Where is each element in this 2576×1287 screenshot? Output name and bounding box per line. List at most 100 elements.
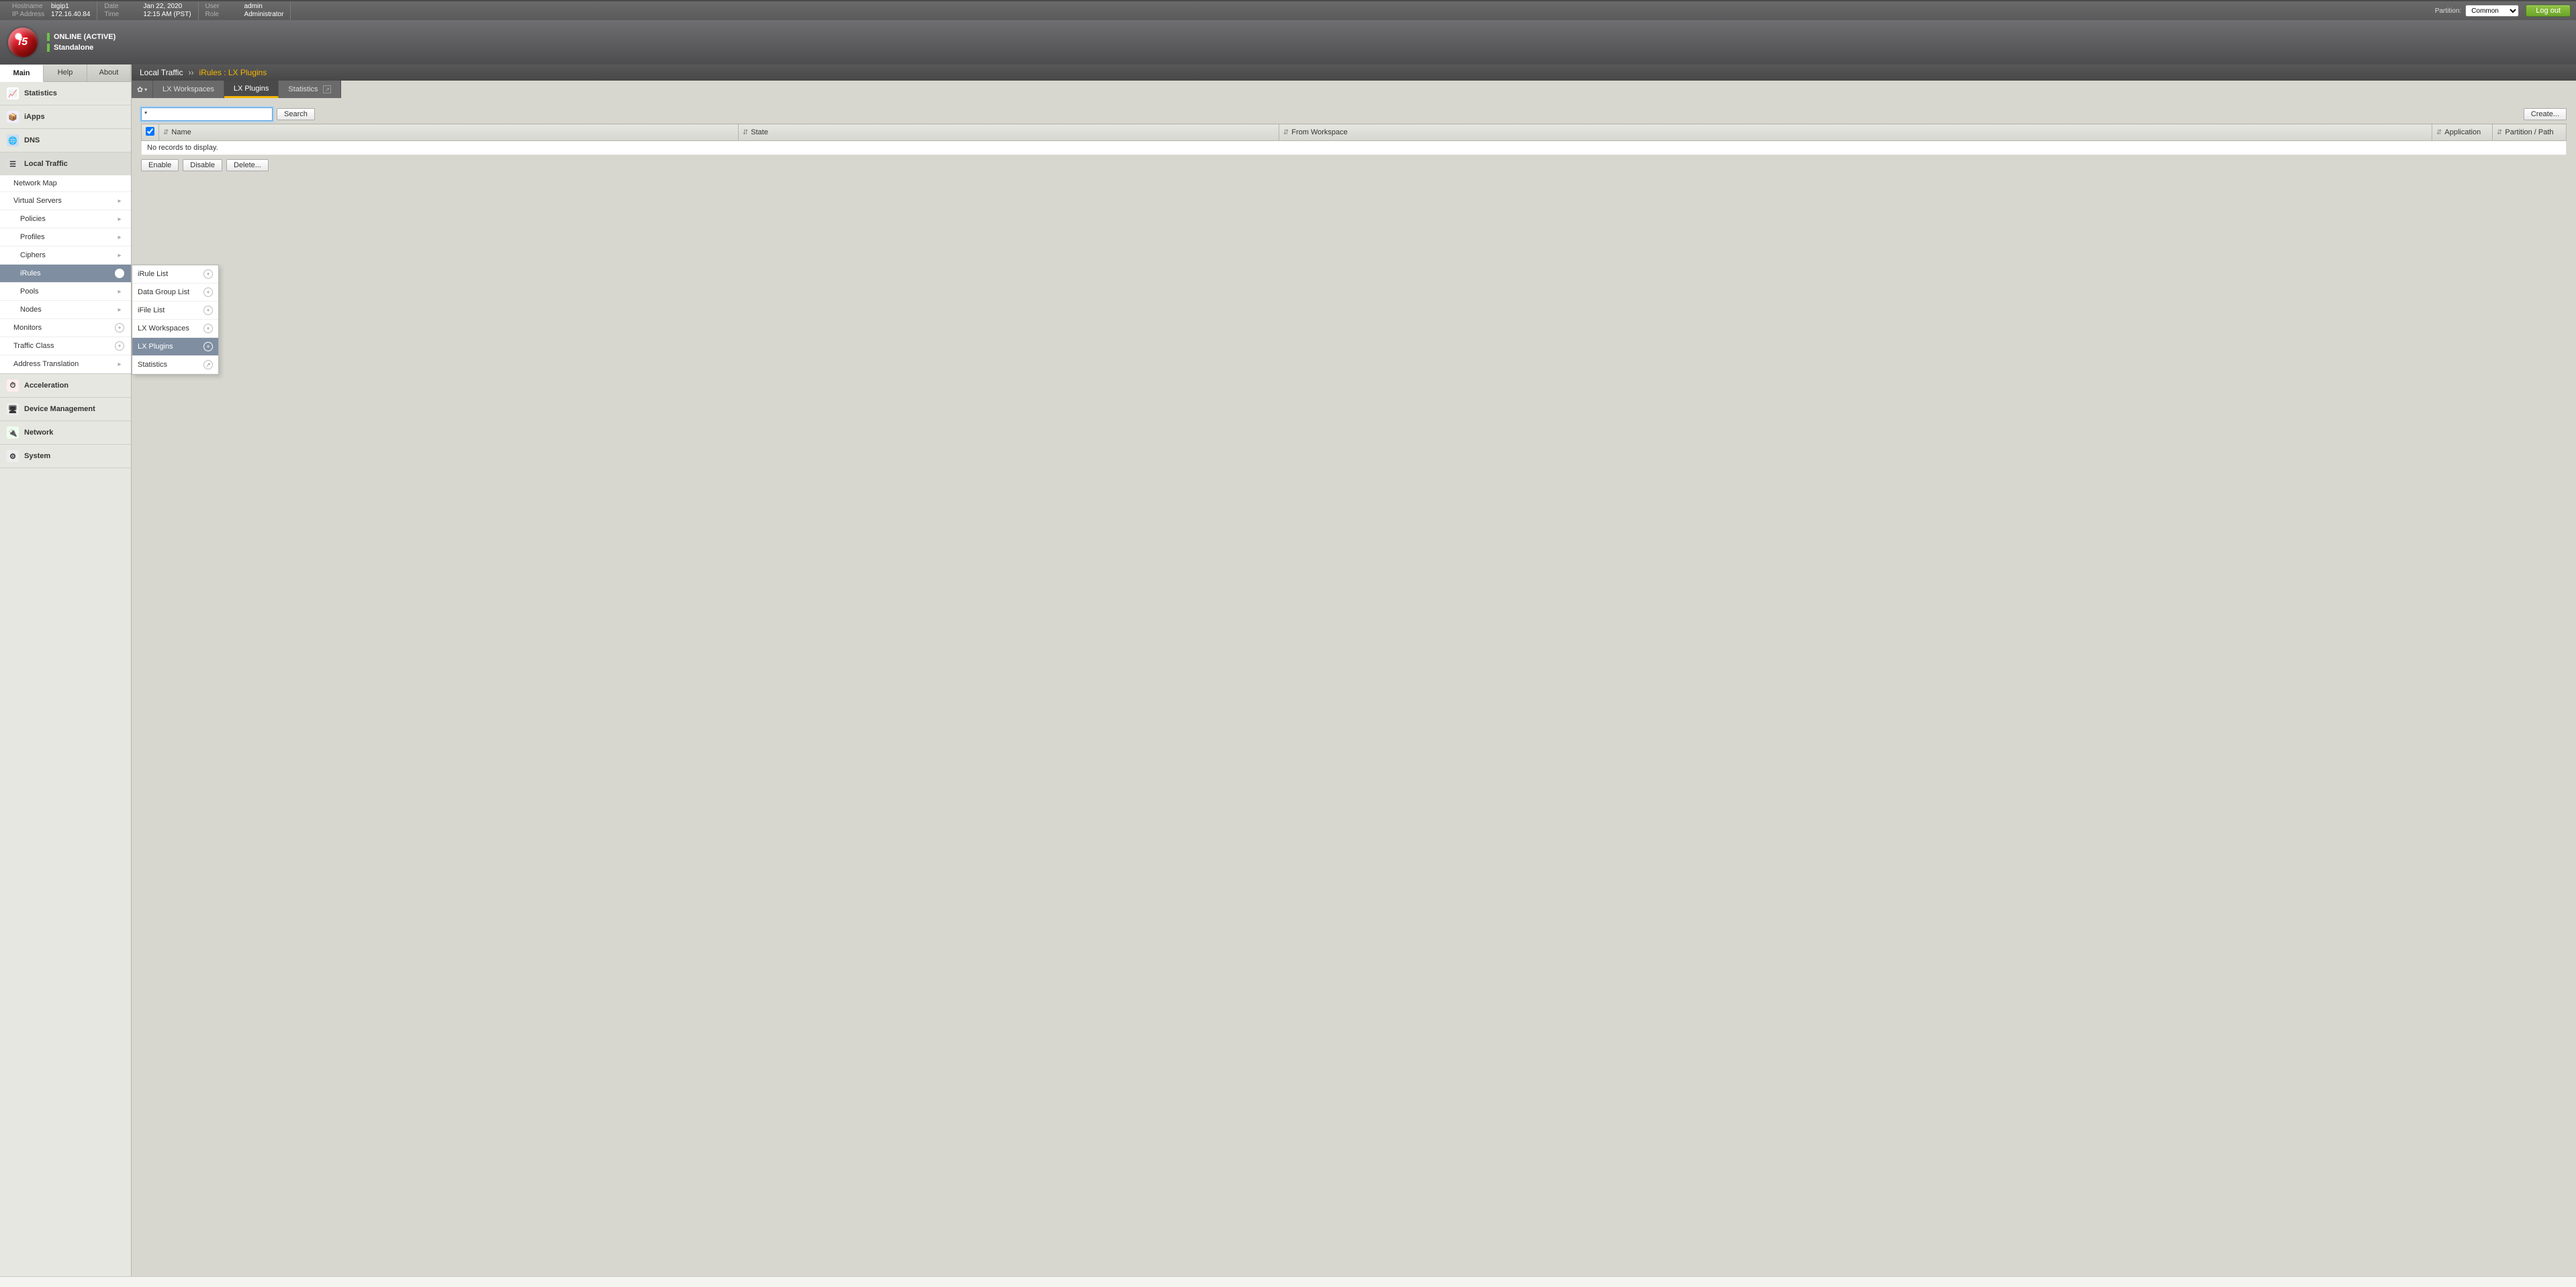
partition-select[interactable]: Common — [2465, 5, 2519, 17]
nav-statistics[interactable]: 📈 Statistics — [0, 82, 131, 105]
lt-sub-ciphers[interactable]: Ciphers — [0, 247, 131, 265]
date-label: Date — [104, 3, 139, 11]
nav-network[interactable]: 🔌Network — [0, 421, 131, 444]
tab-lx-plugins[interactable]: LX Plugins — [224, 81, 279, 98]
breadcrumb-section[interactable]: Local Traffic — [140, 68, 183, 77]
nav-dns[interactable]: 🌐 DNS — [0, 129, 131, 152]
sidebar-tab-about[interactable]: About — [87, 64, 131, 81]
nav-acceleration[interactable]: ⏱Acceleration — [0, 374, 131, 397]
add-icon[interactable]: + — [203, 324, 213, 333]
chevron-right-icon — [115, 305, 124, 314]
partition-selector: Partition: Common — [2435, 5, 2526, 17]
col-from-workspace[interactable]: From Workspace — [1279, 124, 2432, 141]
flyout-item-label: LX Plugins — [138, 343, 173, 351]
datetime-cell: DateJan 22, 2020 Time12:15 AM (PST) — [97, 1, 198, 20]
user-label: User — [205, 3, 240, 11]
servers-icon: ☰ — [7, 158, 19, 170]
host-cell: Hostnamebigip1 IP Address172.16.40.84 — [5, 1, 97, 20]
globe-icon: 🌐 — [7, 134, 19, 146]
nav-system[interactable]: ⚙ System — [0, 445, 131, 468]
lt-sub-nodes[interactable]: Nodes — [0, 301, 131, 319]
delete-button[interactable]: Delete... — [226, 159, 269, 171]
browser-status-bar — [0, 1276, 2576, 1287]
user-cell: Useradmin RoleAdministrator — [199, 1, 291, 20]
flyout-item-label: Statistics — [138, 361, 167, 369]
lt-sub-virtual-servers[interactable]: Virtual Servers — [0, 192, 131, 210]
lt-sub-traffic-class[interactable]: Traffic Class+ — [0, 337, 131, 355]
create-button[interactable]: Create... — [2524, 108, 2567, 120]
sidebar-tab-help[interactable]: Help — [44, 64, 87, 81]
col-state[interactable]: State — [738, 124, 1279, 141]
flyout-statistics[interactable]: Statistics↗ — [132, 356, 218, 374]
col-partition[interactable]: Partition / Path — [2493, 124, 2567, 141]
search-input[interactable] — [141, 107, 273, 121]
chevron-right-icon — [115, 287, 124, 296]
chevron-down-icon: ▾ — [144, 87, 147, 93]
ip-value: 172.16.40.84 — [51, 11, 90, 19]
lt-sub-policies[interactable]: Policies — [0, 210, 131, 228]
flyout-item-label: iFile List — [138, 306, 165, 314]
sidebar: Main Help About 📈Statistics 📦iApps 🌐DNS … — [0, 64, 132, 1287]
date-value: Jan 22, 2020 — [143, 3, 182, 11]
add-icon[interactable]: + — [203, 306, 213, 315]
partition-label: Partition: — [2435, 7, 2461, 15]
disable-button[interactable]: Disable — [183, 159, 222, 171]
online-status: ONLINE (ACTIVE) — [54, 33, 116, 41]
chevron-right-icon — [115, 359, 124, 369]
lt-sub-label: Ciphers — [20, 251, 46, 259]
col-name[interactable]: Name — [159, 124, 739, 141]
lt-sub-monitors[interactable]: Monitors+ — [0, 319, 131, 337]
breadcrumb-page: iRules : LX Plugins — [199, 68, 267, 77]
tab-statistics[interactable]: Statistics↗ — [279, 81, 341, 98]
lt-sub-network-map[interactable]: Network Map — [0, 175, 131, 192]
tab-lx-workspaces[interactable]: LX Workspaces — [153, 81, 224, 98]
add-icon[interactable]: + — [203, 287, 213, 297]
lt-sub-address-translation[interactable]: Address Translation — [0, 355, 131, 373]
nav-device-management[interactable]: 🖥Device Management — [0, 398, 131, 420]
time-label: Time — [104, 11, 139, 19]
select-all-checkbox[interactable] — [146, 127, 154, 136]
flyout-irule-list[interactable]: iRule List+ — [132, 265, 218, 283]
nav-system-label: System — [24, 452, 50, 460]
flyout-lx-plugins[interactable]: LX Plugins + — [132, 338, 218, 356]
chart-icon: 📈 — [7, 87, 19, 99]
nav-dns-label: DNS — [24, 136, 40, 144]
nav-device-management-label: Device Management — [24, 405, 95, 413]
lt-sub-irules[interactable]: iRules — [0, 265, 131, 283]
nav-iapps[interactable]: 📦iApps — [0, 105, 131, 128]
plugins-table: Name State From Workspace Application Pa… — [141, 124, 2567, 155]
lt-sub-label: Pools — [20, 287, 39, 296]
lt-sub-pools[interactable]: Pools — [0, 283, 131, 301]
lt-sub-label: Virtual Servers — [13, 197, 62, 205]
flyout-lx-workspaces[interactable]: LX Workspaces+ — [132, 320, 218, 338]
add-icon[interactable]: + — [115, 341, 124, 351]
col-application[interactable]: Application — [2432, 124, 2493, 141]
nav-statistics-label: Statistics — [24, 89, 57, 97]
top-status-bar: Hostnamebigip1 IP Address172.16.40.84 Da… — [0, 0, 2576, 20]
add-icon[interactable]: + — [203, 342, 213, 351]
enable-button[interactable]: Enable — [141, 159, 179, 171]
nav-local-traffic-label: Local Traffic — [24, 160, 68, 168]
nav-acceleration-label: Acceleration — [24, 382, 68, 390]
chevron-right-icon — [115, 251, 124, 260]
add-icon[interactable]: + — [115, 323, 124, 332]
search-button[interactable]: Search — [277, 108, 315, 120]
logout-button[interactable]: Log out — [2526, 5, 2571, 17]
add-icon[interactable]: + — [203, 269, 213, 279]
lt-sub-label: Nodes — [20, 306, 42, 314]
gear-icon: ⚙ — [7, 450, 19, 462]
hostname-label: Hostname — [12, 3, 47, 11]
chevron-right-icon — [115, 269, 124, 278]
flyout-data-group-list[interactable]: Data Group List+ — [132, 283, 218, 302]
chevron-right-icon — [115, 232, 124, 242]
lt-sub-label: Address Translation — [13, 360, 79, 368]
lt-sub-profiles[interactable]: Profiles — [0, 228, 131, 247]
sidebar-tab-main[interactable]: Main — [0, 65, 44, 82]
role-label: Role — [205, 11, 240, 19]
flyout-ifile-list[interactable]: iFile List + — [132, 302, 218, 320]
module-options-button[interactable]: ✿▾ — [132, 81, 153, 98]
status-pip-icon — [47, 44, 50, 52]
gear-icon: ✿ — [137, 85, 143, 94]
nav-local-traffic[interactable]: ☰ Local Traffic — [0, 152, 131, 175]
chevron-right-icon — [115, 214, 124, 224]
